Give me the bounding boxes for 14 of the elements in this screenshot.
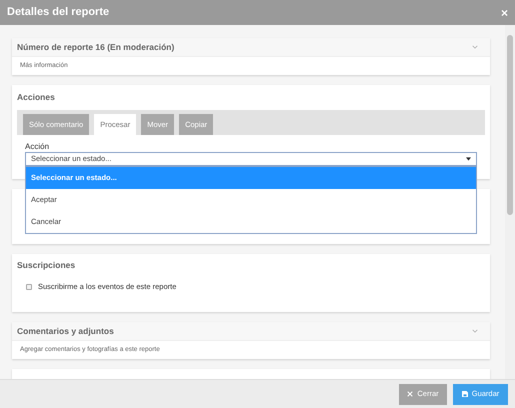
- checkbox[interactable]: [26, 284, 32, 290]
- chevron-icon[interactable]: [472, 329, 478, 333]
- close-icon: [407, 391, 414, 397]
- section-title: Acciones: [16, 91, 56, 104]
- floppy-disk-icon: [462, 391, 468, 397]
- chevron-icon[interactable]: [472, 45, 478, 49]
- window-title: Detalles del reporte: [7, 5, 110, 20]
- scrollbar[interactable]: [505, 25, 515, 379]
- field-label: Acción: [24, 141, 50, 152]
- dropdown-arrow-icon: [466, 157, 471, 161]
- section-title: Número de reporte 16 (En moderación): [17, 40, 174, 54]
- section-title: Comentarios y adjuntos: [17, 324, 114, 338]
- section-title: Suscripciones: [16, 259, 76, 272]
- close-button[interactable]: ×: [500, 6, 508, 18]
